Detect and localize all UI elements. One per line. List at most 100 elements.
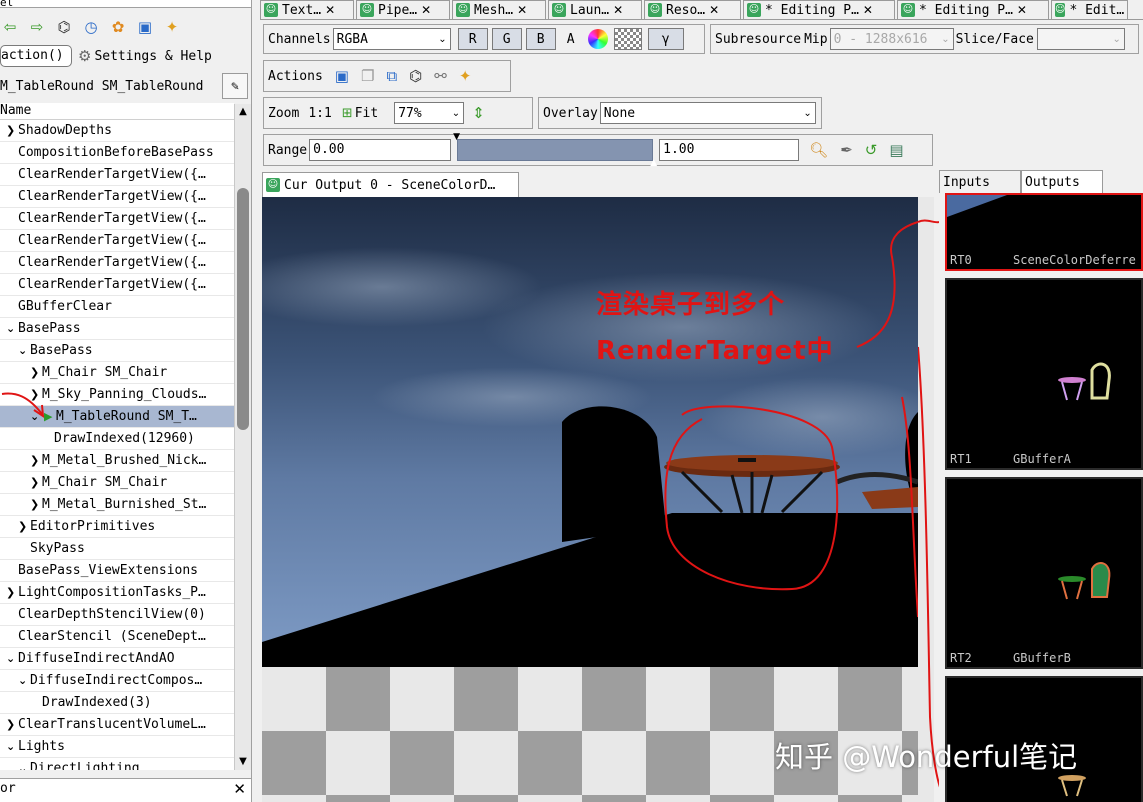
tree-row[interactable]: ❯ ClearTranslucentVolumeL… — [0, 714, 234, 736]
flip-vertical-icon[interactable]: ⇕ — [472, 104, 485, 122]
tree-row[interactable]: ❯ M_Chair SM_Chair — [0, 472, 234, 494]
tree-row[interactable]: ⌄ BasePass — [0, 318, 234, 340]
tree-row[interactable]: ❯ M_Chair SM_Chair — [0, 362, 234, 384]
channel-g-toggle[interactable]: G — [491, 28, 522, 50]
tree-row[interactable]: ❯ LightCompositionTasks_P… — [0, 582, 234, 604]
document-tab[interactable]: ☺ * Editing P… ✕ — [897, 0, 1049, 19]
inputs-tab[interactable]: Inputs — [939, 170, 1021, 193]
close-icon[interactable]: ✕ — [517, 3, 527, 17]
document-tab[interactable]: ☺* Edit…✕ — [1051, 0, 1128, 19]
tree-row[interactable]: ⌄ DiffuseIndirectCompos… — [0, 670, 234, 692]
tree-row[interactable]: ❯ ShadowDepths — [0, 120, 234, 142]
back-arrow-icon[interactable]: ⇦ — [0, 17, 20, 37]
collapse-arrow-icon[interactable]: ⌄ — [18, 340, 27, 362]
outputs-tab[interactable]: Outputs — [1021, 170, 1103, 193]
gamma-toggle[interactable]: γ — [647, 28, 684, 50]
tree-row[interactable]: ClearRenderTargetView({… — [0, 208, 234, 230]
thumbnail-rt0[interactable]: RT0 SceneColorDeferre — [945, 193, 1143, 271]
action-filter-select[interactable]: action() — [0, 45, 72, 67]
tree-row[interactable]: GBufferClear — [0, 296, 234, 318]
tree-row[interactable]: ❯ EditorPrimitives — [0, 516, 234, 538]
tree-row[interactable]: ClearRenderTargetView({… — [0, 186, 234, 208]
close-icon[interactable]: ✕ — [233, 779, 246, 799]
expand-arrow-icon[interactable]: ❯ — [6, 120, 15, 142]
puzzle-icon[interactable]: ✦ — [459, 67, 472, 85]
scroll-up-icon[interactable]: ▲ — [235, 104, 251, 120]
channels-select[interactable]: RGBA ⌄ — [332, 28, 451, 50]
tree-scrollbar[interactable]: ▲ ▼ — [234, 104, 251, 770]
expand-arrow-icon[interactable]: ❯ — [6, 714, 15, 736]
collapse-arrow-icon[interactable]: ⌄ — [18, 758, 27, 770]
checkerboard-toggle[interactable] — [613, 28, 642, 50]
flower-icon[interactable]: ✿ — [108, 17, 128, 37]
tree-row[interactable]: ⌄ BasePass — [0, 340, 234, 362]
copy-icon[interactable]: ❐ — [361, 67, 374, 85]
save-icon[interactable]: ▣ — [135, 17, 155, 37]
tree-row[interactable]: ⌄ DiffuseIndirectAndAO — [0, 648, 234, 670]
close-icon[interactable]: ✕ — [1017, 3, 1027, 17]
fit-icon[interactable]: ⊞ — [342, 106, 353, 121]
viewer-tab[interactable]: ☺ Cur Output 0 - SceneColorD… — [262, 172, 519, 197]
pipette-icon[interactable]: ✒ — [840, 141, 853, 159]
close-icon[interactable]: ✕ — [709, 3, 719, 17]
tree-row[interactable]: ClearStencil (SceneDept… — [0, 626, 234, 648]
document-tab[interactable]: ☺ Mesh… ✕ — [452, 0, 546, 19]
close-icon[interactable]: ✕ — [421, 3, 431, 17]
range-histogram[interactable]: ▼ ▲ — [453, 132, 657, 168]
tree-row[interactable]: SkyPass — [0, 538, 234, 560]
collapse-arrow-icon[interactable]: ⌄ — [6, 736, 15, 758]
document-tab[interactable]: ☺ Reso… ✕ — [644, 0, 741, 19]
expand-arrow-icon[interactable]: ❯ — [30, 472, 39, 494]
zoom-range-icon[interactable]: 🔍︎ — [809, 141, 828, 159]
document-tab[interactable]: ☺ Text… ✕ — [260, 0, 354, 19]
tree-row[interactable]: ❯ M_Metal_Burnished_St… — [0, 494, 234, 516]
document-tab[interactable]: ☺ * Editing P… ✕ — [743, 0, 895, 19]
slice-face-select[interactable]: ⌄ — [1036, 28, 1125, 50]
tree-row[interactable]: ⌄ Lights — [0, 736, 234, 758]
histogram-icon[interactable]: ▤ — [889, 141, 903, 159]
tree-row[interactable]: BasePass_ViewExtensions — [0, 560, 234, 582]
binoculars-icon[interactable]: ⌬ — [409, 67, 422, 85]
tree-row[interactable]: ❯ M_Metal_Brushed_Nick… — [0, 450, 234, 472]
range-min-field[interactable]: 0.00 — [309, 139, 452, 161]
expand-arrow-icon[interactable]: ❯ — [30, 450, 39, 472]
zoom-1-1-button[interactable]: 1:1 — [308, 106, 331, 121]
range-max-handle[interactable]: ▲ — [650, 158, 657, 168]
reset-icon[interactable]: ↺ — [865, 141, 878, 159]
channel-b-toggle[interactable]: B — [525, 28, 556, 50]
scroll-down-icon[interactable]: ▼ — [235, 754, 251, 770]
mip-select[interactable]: 0 - 1288x616 ⌄ — [829, 28, 954, 50]
forward-arrow-icon[interactable]: ⇨ — [27, 17, 47, 37]
scrollbar-thumb[interactable] — [237, 188, 249, 430]
binoculars-icon[interactable]: ⌬ — [54, 17, 74, 37]
settings-help-button[interactable]: ⚙ Settings & Help — [78, 47, 212, 65]
tree-row[interactable]: ClearRenderTargetView({… — [0, 274, 234, 296]
channel-a-toggle[interactable]: A — [556, 32, 586, 47]
tree-row[interactable]: ⌄ DirectLighting — [0, 758, 234, 770]
close-icon[interactable]: ✕ — [325, 3, 335, 17]
tree-row[interactable]: CompositionBeforeBasePass — [0, 142, 234, 164]
tree-row[interactable]: ClearDepthStencilView(0) — [0, 604, 234, 626]
save-icon[interactable]: ▣ — [335, 67, 349, 85]
collapse-arrow-icon[interactable]: ⌄ — [6, 648, 15, 670]
overlay-select[interactable]: None ⌄ — [599, 102, 816, 124]
channel-r-toggle[interactable]: R — [457, 28, 488, 50]
expand-arrow-icon[interactable]: ❯ — [6, 582, 15, 604]
expand-arrow-icon[interactable]: ❯ — [30, 494, 39, 516]
document-tab[interactable]: ☺ Pipe… ✕ — [356, 0, 450, 19]
range-min-handle[interactable]: ▼ — [453, 132, 460, 142]
tree-row[interactable]: ClearRenderTargetView({… — [0, 230, 234, 252]
edit-marker-button[interactable]: ✎ — [222, 73, 248, 99]
document-tab[interactable]: ☺ Laun… ✕ — [548, 0, 642, 19]
tree-row[interactable]: DrawIndexed(3) — [0, 692, 234, 714]
puzzle-icon[interactable]: ✦ — [162, 17, 182, 37]
clock-icon[interactable]: ◷ — [81, 17, 101, 37]
tree-row[interactable]: DrawIndexed(12960) — [0, 428, 234, 450]
tree-row[interactable]: ClearRenderTargetView({… — [0, 164, 234, 186]
expand-arrow-icon[interactable]: ❯ — [18, 516, 27, 538]
collapse-arrow-icon[interactable]: ⌄ — [6, 318, 15, 340]
close-icon[interactable]: ✕ — [863, 3, 873, 17]
zoom-select[interactable]: 77% ⌄ — [394, 102, 465, 124]
fit-button[interactable]: Fit — [355, 106, 378, 121]
thumbnail-rt1[interactable]: RT1 GBufferA — [945, 278, 1143, 470]
